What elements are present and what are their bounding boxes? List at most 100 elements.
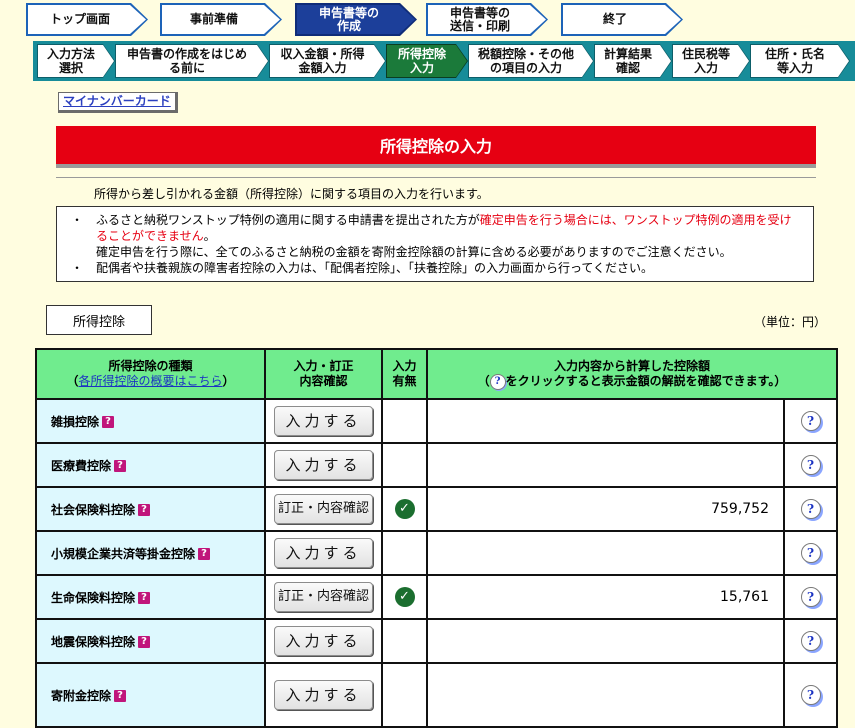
deduction-kind-label: 地震保険料控除 (51, 634, 136, 649)
table-row: 医療費控除? 入力する? (35, 442, 838, 488)
edit-confirm-button[interactable]: 訂正・内容確認 (274, 582, 373, 612)
help-icon[interactable]: ? (800, 685, 821, 705)
top-step-finish[interactable]: 終了 (561, 3, 683, 36)
sub-step-address-name[interactable]: 住所・氏名 等入力 (750, 44, 850, 78)
question-icon[interactable]: ? (138, 592, 151, 604)
header-kind-text: 所得控除の種類 (108, 359, 193, 373)
help-cell: ? (783, 442, 838, 488)
note-text: ふるさと納税ワンストップ特例の適用に関する申請書を提出された方が (96, 213, 480, 227)
deduction-amount: 759,752 (426, 486, 785, 532)
help-icon[interactable]: ? (800, 455, 821, 475)
top-step-create[interactable]: 申告書等の 作成 (295, 3, 417, 36)
deduction-kind-label: 社会保険料控除 (51, 502, 136, 517)
sub-step-nav: 入力方法 選択 申告書の作成をはじめ る前に 収入金額・所得 金額入力 所得控除… (33, 41, 855, 81)
input-button[interactable]: 入力する (274, 538, 373, 568)
deduction-kind-cell: 生命保険料控除? (35, 574, 266, 620)
help-icon[interactable]: ? (800, 631, 821, 651)
table-row: 雑損控除? 入力する? (35, 398, 838, 444)
table-row: 寄附金控除? 入力する? (35, 662, 838, 728)
help-cell: ? (783, 530, 838, 576)
table-row: 生命保険料控除? 訂正・内容確認 ✓ 15,761? (35, 574, 838, 620)
sub-step-result[interactable]: 計算結果 確認 (594, 44, 672, 78)
deduction-kind-label: 小規模企業共済等掛金控除 (51, 546, 196, 561)
mynumber-card-link[interactable]: マイナンバーカード (58, 92, 178, 113)
sub-step-label: 所得控除 入力 (387, 45, 467, 77)
entered-mark-cell: ✓ (381, 574, 428, 620)
top-step-label: 終了 (563, 5, 681, 34)
edit-confirm-button[interactable]: 訂正・内容確認 (274, 494, 373, 524)
check-icon: ✓ (394, 499, 415, 519)
entered-mark-cell (381, 530, 428, 576)
input-button[interactable]: 入力する (274, 680, 373, 710)
deduction-amount: 15,761 (426, 574, 785, 620)
deduction-kind-cell: 寄附金控除? (35, 662, 266, 728)
top-step-label: 事前準備 (162, 5, 280, 34)
note-text: 。 (203, 229, 216, 243)
deduction-kind-label: 雑損控除 (51, 414, 100, 429)
entered-mark-cell: ✓ (381, 486, 428, 532)
question-icon[interactable]: ? (102, 416, 115, 428)
deduction-kind-cell: 社会保険料控除? (35, 486, 266, 532)
note-text: 配偶者や扶養親族の障害者控除の入力は、「配偶者控除」、「扶養控除」の入力画面から… (96, 261, 654, 275)
help-cell: ? (783, 574, 838, 620)
sub-step-label: 計算結果 確認 (595, 45, 671, 77)
question-icon[interactable]: ? (198, 548, 211, 560)
sub-step-income[interactable]: 収入金額・所得 金額入力 (269, 44, 386, 78)
deduction-kind-cell: 医療費控除? (35, 442, 266, 488)
header-presence: 入力 有無 (381, 348, 428, 400)
input-button[interactable]: 入力する (274, 626, 373, 656)
sub-step-deduction[interactable]: 所得控除 入力 (386, 44, 468, 78)
deduction-kind-cell: 地震保険料控除? (35, 618, 266, 664)
deduction-overview-link[interactable]: 各所得控除の概要はこちら (78, 374, 222, 388)
entered-mark-cell (381, 618, 428, 664)
header-kind: 所得控除の種類 （各所得控除の概要はこちら） (35, 348, 266, 400)
intro-text: 所得から差し引かれる金額（所得控除）に関する項目の入力を行います。 (94, 187, 489, 201)
page-title: 所得控除の入力 (56, 126, 816, 168)
question-icon[interactable]: ? (138, 504, 151, 516)
note-text: 確定申告を行う際に、全てのふるさと納税の金額を寄附金控除額の計算に含める必要があ… (96, 245, 732, 259)
sub-step-input-method[interactable]: 入力方法 選択 (37, 44, 115, 78)
deduction-kind-cell: 小規模企業共済等掛金控除? (35, 530, 266, 576)
input-button[interactable]: 入力する (274, 450, 373, 480)
question-icon[interactable]: ? (138, 636, 151, 648)
top-step-label: 申告書等の 作成 (297, 5, 415, 34)
help-icon: ? (489, 373, 506, 390)
question-icon[interactable]: ? (114, 690, 127, 702)
header-input: 入力・訂正 内容確認 (264, 348, 383, 400)
top-step-label: トップ画面 (28, 5, 146, 34)
help-icon[interactable]: ? (800, 499, 821, 519)
sub-step-label: 住民税等 入力 (673, 45, 749, 77)
top-step-prep[interactable]: 事前準備 (160, 3, 282, 36)
title-divider (56, 177, 816, 178)
sub-step-tax-credit[interactable]: 税額控除・その他 の項目の入力 (468, 44, 594, 78)
help-icon[interactable]: ? (800, 543, 821, 563)
help-icon[interactable]: ? (800, 587, 821, 607)
sub-step-label: 入力方法 選択 (38, 45, 114, 77)
input-button-cell: 訂正・内容確認 (264, 574, 383, 620)
input-button[interactable]: 入力する (274, 406, 373, 436)
entered-mark-cell (381, 398, 428, 444)
entered-mark-cell (381, 662, 428, 728)
deduction-amount (426, 398, 785, 444)
entered-mark-cell (381, 442, 428, 488)
deduction-amount (426, 662, 785, 728)
input-button-cell: 入力する (264, 618, 383, 664)
input-button-cell: 入力する (264, 398, 383, 444)
input-button-cell: 入力する (264, 442, 383, 488)
top-step-label: 申告書等の 送信・印刷 (428, 5, 546, 34)
input-button-cell: 入力する (264, 662, 383, 728)
sub-step-resident-tax[interactable]: 住民税等 入力 (672, 44, 750, 78)
help-icon[interactable]: ? (800, 411, 821, 431)
help-cell: ? (783, 398, 838, 444)
question-icon[interactable]: ? (114, 460, 127, 472)
deduction-kind-label: 生命保険料控除 (51, 590, 136, 605)
table-row: 社会保険料控除? 訂正・内容確認 ✓ 759,752? (35, 486, 838, 532)
deduction-amount (426, 442, 785, 488)
help-cell: ? (783, 486, 838, 532)
sub-step-label: 申告書の作成をはじめ る前に (116, 45, 268, 77)
top-step-nav: トップ画面 事前準備 申告書等の 作成 申告書等の 送信・印刷 終了 (0, 0, 855, 40)
top-step-send-print[interactable]: 申告書等の 送信・印刷 (426, 3, 548, 36)
sub-step-before-start[interactable]: 申告書の作成をはじめ る前に (115, 44, 269, 78)
check-icon: ✓ (394, 587, 415, 607)
top-step-top[interactable]: トップ画面 (26, 3, 148, 36)
